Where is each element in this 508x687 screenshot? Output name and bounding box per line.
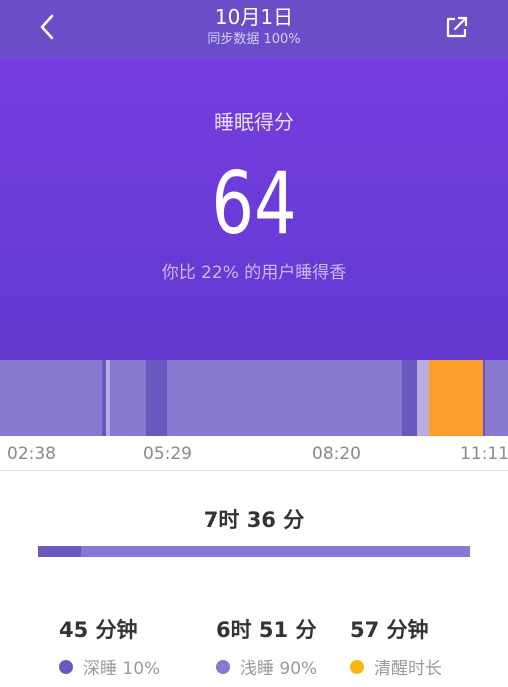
page-title: 10月1日 — [214, 5, 294, 29]
total-sleep-duration: 7时 36 分 — [203, 508, 305, 532]
timeline-deep-sleep — [102, 360, 106, 436]
sleep-score-comparison: 你比 22% 的用户睡得香 — [161, 263, 347, 283]
deep-sleep-ratio — [38, 546, 82, 557]
light-sleep-label: 浅睡 90% — [240, 659, 318, 679]
sleep-summary: 7时 36 分 45 分钟 深睡 10% 6时 51 分 浅睡 90% 57 分… — [0, 471, 508, 687]
time-tick: 05:29 — [143, 444, 192, 464]
deep-sleep-stat: 45 分钟 深睡 10% — [59, 614, 209, 679]
deep-sleep-dot — [59, 659, 73, 674]
awake-label: 清醒时长 — [374, 659, 442, 679]
header-bar: 10月1日 同步数据 100% — [0, 0, 508, 58]
light-sleep-duration: 6时 51 分 — [216, 618, 317, 642]
share-button[interactable] — [440, 10, 474, 44]
sleep-score-value: 64 — [211, 154, 297, 254]
deep-sleep-label: 深睡 10% — [83, 659, 161, 679]
light-sleep-stat: 6时 51 分 浅睡 90% — [216, 614, 366, 679]
timeline-awake — [429, 360, 483, 436]
light-sleep-dot — [216, 659, 230, 674]
timeline-axis: 02:38 05:29 08:20 11:11 — [0, 436, 508, 471]
timeline-gap — [417, 360, 429, 436]
awake-legend: 清醒时长 — [350, 654, 500, 679]
time-tick: 02:38 — [7, 444, 56, 464]
sleep-detail-screen: 10月1日 同步数据 100% 睡眠得分 64 你比 22% 的用户睡得香 02… — [0, 0, 508, 687]
timeline-deep-sleep — [483, 360, 485, 436]
sleep-ratio-bar — [38, 546, 470, 557]
awake-duration: 57 分钟 — [350, 618, 429, 642]
timeline-deep-sleep — [146, 360, 167, 436]
time-tick: 11:11 — [460, 444, 508, 464]
awake-stat: 57 分钟 清醒时长 — [350, 614, 500, 679]
light-sleep-legend: 浅睡 90% — [216, 654, 366, 679]
awake-dot — [350, 659, 364, 674]
timeline-deep-sleep — [402, 360, 417, 436]
sleep-timeline[interactable] — [0, 360, 508, 436]
time-tick: 08:20 — [312, 444, 361, 464]
sleep-score-label: 睡眠得分 — [214, 110, 294, 134]
sync-status: 同步数据 100% — [207, 32, 301, 47]
share-icon — [446, 16, 468, 38]
deep-sleep-duration: 45 分钟 — [59, 618, 138, 642]
deep-sleep-legend: 深睡 10% — [59, 654, 209, 679]
sleep-score-section: 睡眠得分 64 你比 22% 的用户睡得香 — [0, 58, 508, 360]
